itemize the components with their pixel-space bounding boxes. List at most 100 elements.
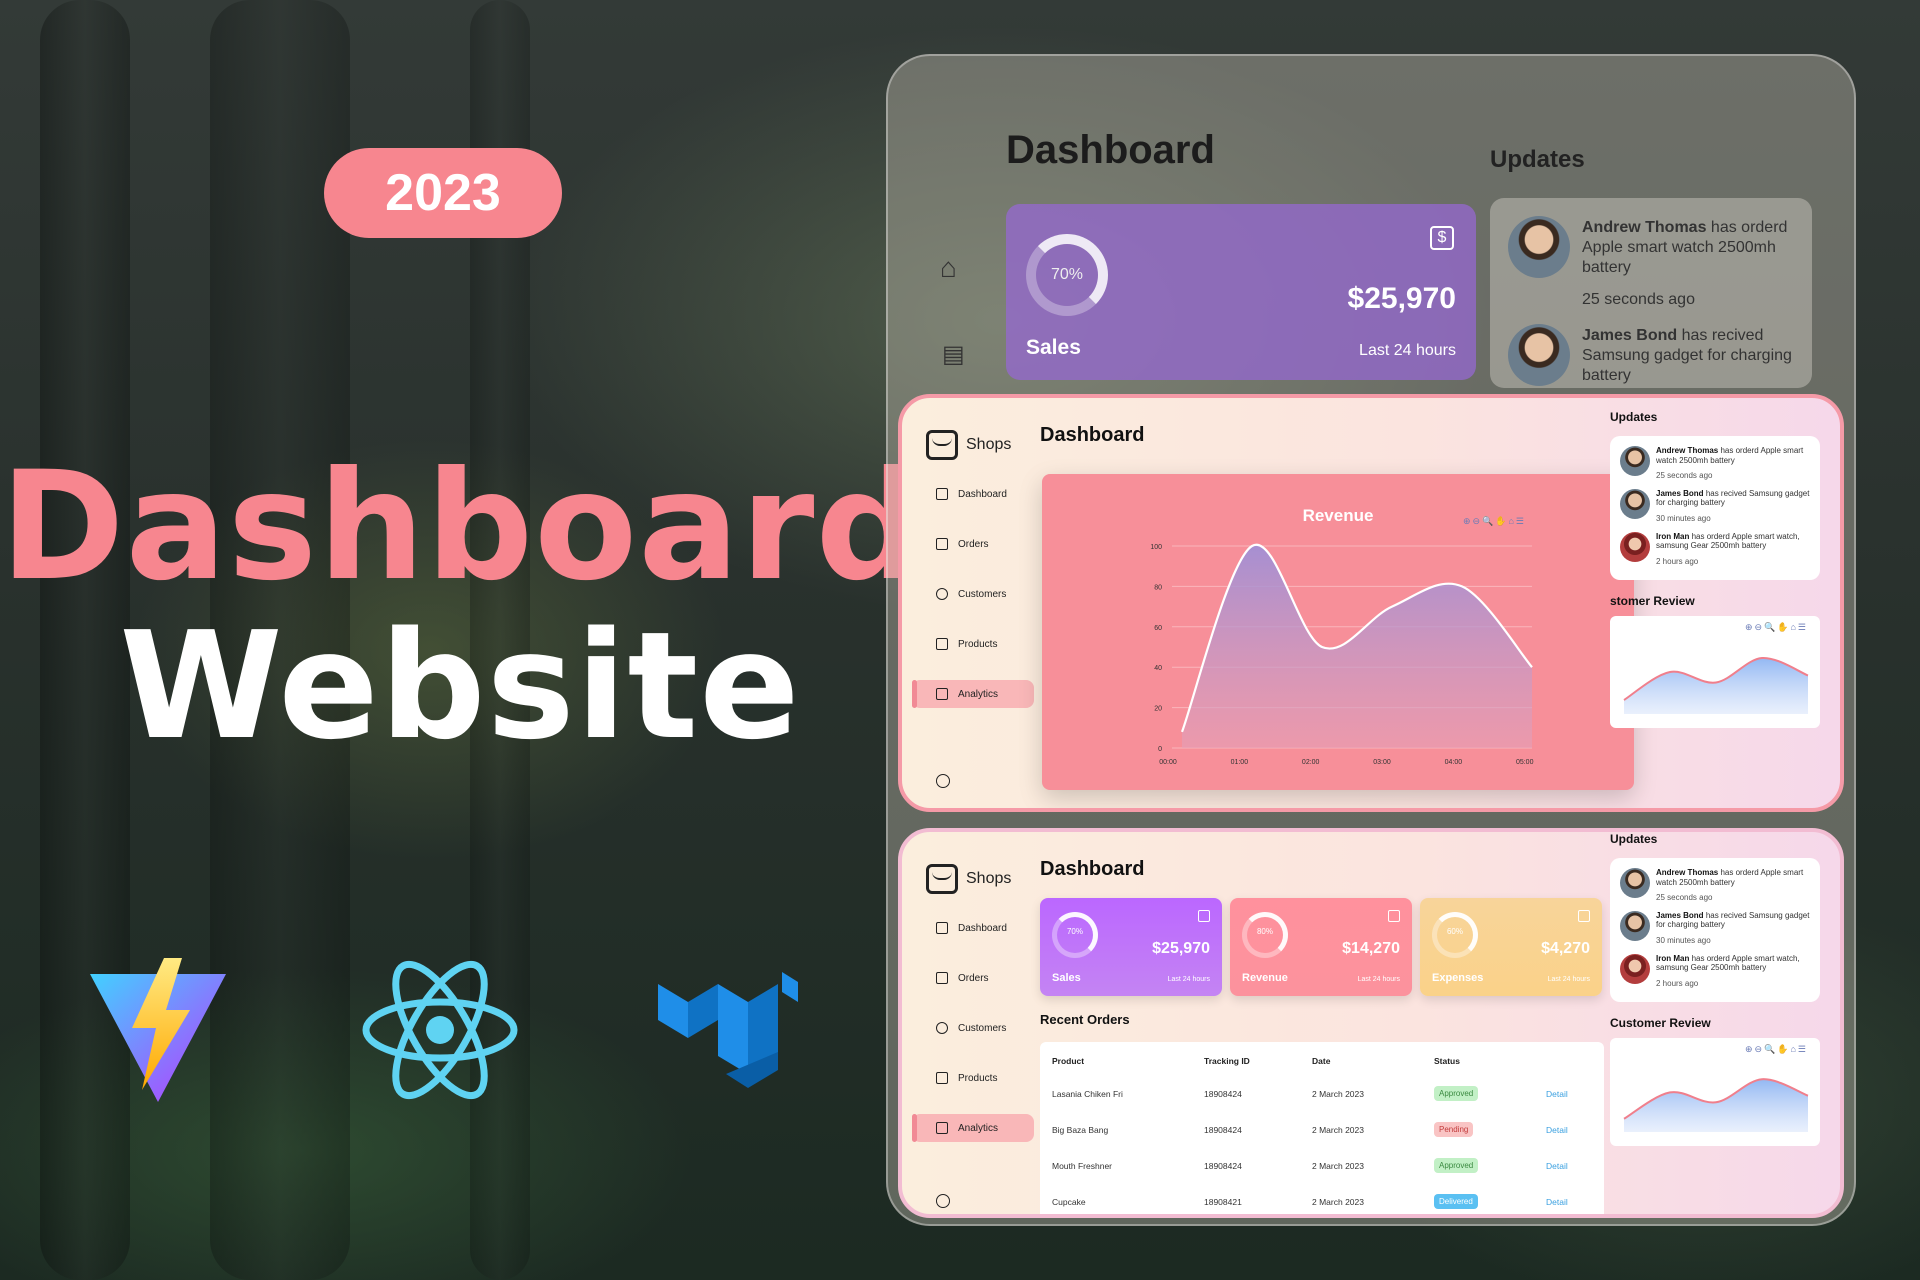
y-tick-label: 80 — [1154, 584, 1162, 591]
recent-orders-title: Recent Orders — [1040, 1012, 1130, 1027]
column-header: Product — [1052, 1056, 1085, 1066]
card-label: Expenses — [1432, 972, 1484, 984]
card-value: $25,970 — [1152, 940, 1210, 957]
headline-dashboard: Dashboard — [0, 440, 924, 614]
sidebar-item-orders[interactable]: Orders — [912, 530, 1034, 558]
preview-page-title: Dashboard — [1006, 128, 1215, 172]
sidebar-item-label: Customers — [958, 588, 1007, 600]
update-item: Iron Man has orderd Apple smart watch, s… — [1620, 531, 1810, 567]
detail-link[interactable]: Detail — [1546, 1197, 1586, 1207]
updates-list: Andrew Thomas has orderd Apple smart wat… — [1610, 858, 1820, 1003]
x-tick-label: 01:00 — [1231, 759, 1249, 766]
sidebar-item-label: Analytics — [958, 688, 999, 700]
preview-sales-card[interactable]: 70% $ $25,970 Sales Last 24 hours — [1006, 204, 1476, 380]
card-value: $4,270 — [1541, 940, 1590, 957]
customer-review-title: stomer Review — [1610, 594, 1695, 609]
sidebar-item-label: Dashboard — [958, 922, 1007, 934]
users-icon — [936, 588, 948, 600]
card-label: Sales — [1052, 972, 1081, 984]
headline-website: Website — [119, 600, 801, 772]
shopping-bag-icon — [926, 430, 958, 460]
column-header: Tracking ID — [1204, 1056, 1250, 1066]
product-cell: Mouth Freshner — [1052, 1160, 1112, 1171]
x-tick-label: 03:00 — [1373, 759, 1391, 766]
tracking-cell: 18908424 — [1204, 1160, 1242, 1171]
table-header: Product Tracking ID Date Status — [1052, 1056, 1592, 1066]
update-item: Iron Man has orderd Apple smart watch, s… — [1620, 953, 1810, 989]
sidebar-item-dashboard[interactable]: Dashboard — [912, 480, 1034, 508]
logout-icon[interactable] — [936, 1194, 950, 1208]
orders-table: Product Tracking ID Date Status Lasania … — [1040, 1042, 1604, 1214]
sidebar-item-products[interactable]: Products — [912, 1064, 1034, 1092]
preview-sales-value: $25,970 — [1347, 282, 1456, 315]
sidebar-item-analytics[interactable]: Analytics — [912, 1114, 1034, 1142]
y-tick-label: 0 — [1158, 746, 1162, 753]
detail-link[interactable]: Detail — [1546, 1089, 1586, 1099]
updates-list: Andrew Thomas has orderd Apple smart wat… — [1610, 436, 1820, 581]
logout-icon[interactable] — [936, 774, 950, 788]
status-badge: Approved — [1434, 1086, 1479, 1101]
sidebar-item-products[interactable]: Products — [912, 630, 1034, 658]
preview-sales-percent: 70% — [1050, 266, 1084, 283]
sidebar-item-label: Products — [958, 1072, 998, 1084]
sales-card[interactable]: 70% $25,970 Sales Last 24 hours — [1040, 898, 1222, 996]
sidebar-item-label: Analytics — [958, 1122, 999, 1134]
review-area — [1624, 1079, 1808, 1133]
sidebar-item-label: Dashboard — [958, 488, 1007, 500]
avatar — [1508, 324, 1570, 386]
bar-chart-icon — [936, 688, 948, 700]
shopping-bag-icon — [926, 864, 958, 894]
date-cell: 2 March 2023 — [1312, 1160, 1364, 1171]
home-icon[interactable]: ⌂ — [940, 252, 957, 284]
expenses-card[interactable]: 60% $4,270 Expenses Last 24 hours — [1420, 898, 1602, 996]
update-item: James Bond has recived Samsung gadget fo… — [1620, 910, 1810, 946]
update-item: Andrew Thomas has orderd Apple smart wat… — [1620, 868, 1810, 903]
y-tick-label: 40 — [1154, 665, 1162, 672]
users-icon — [936, 1022, 948, 1034]
sidebar-item-label: Orders — [958, 538, 989, 550]
package-icon — [936, 638, 948, 650]
x-tick-label: 02:00 — [1302, 759, 1320, 766]
avatar — [1620, 446, 1650, 476]
avatar — [1620, 910, 1650, 941]
x-tick-label: 05:00 — [1516, 759, 1534, 766]
product-cell: Cupcake — [1052, 1196, 1086, 1207]
card-percent: 80% — [1256, 927, 1273, 936]
sidebar-item-analytics[interactable]: Analytics — [912, 680, 1034, 708]
detail-link[interactable]: Detail — [1546, 1125, 1586, 1135]
tracking-cell: 18908424 — [1204, 1088, 1242, 1099]
brand-logo[interactable]: Shops — [926, 430, 1011, 460]
preview-update-item: James Bond has recived Samsung gadget fo… — [1582, 327, 1792, 384]
card-label: Revenue — [1242, 972, 1288, 984]
clipboard-icon[interactable]: ▤ — [942, 340, 965, 369]
sidebar-item-label: Orders — [958, 972, 989, 984]
tracking-cell: 18908424 — [1204, 1124, 1242, 1135]
preview-updates-title: Updates — [1490, 146, 1585, 173]
table-row: Lasania Chiken Fri 18908424 2 March 2023… — [1052, 1086, 1592, 1101]
brand-logo[interactable]: Shops — [926, 864, 1011, 894]
sidebar-item-customers[interactable]: Customers — [912, 1014, 1034, 1042]
update-item: Andrew Thomas has orderd Apple smart wat… — [1620, 446, 1810, 481]
x-tick-label: 00:00 — [1159, 759, 1177, 766]
sidebar-item-dashboard[interactable]: Dashboard — [912, 914, 1034, 942]
review-area-chart — [1623, 1078, 1809, 1133]
brand-name: Shops — [966, 436, 1012, 453]
sidebar: Shops Dashboard Orders Customers Product… — [902, 398, 1034, 808]
preview-sales-label: Sales — [1026, 336, 1081, 359]
material-ui-logo — [658, 972, 798, 1088]
card-sub: Last 24 hours — [1547, 976, 1590, 983]
date-cell: 2 March 2023 — [1312, 1088, 1364, 1099]
sidebar-item-orders[interactable]: Orders — [912, 964, 1034, 992]
clipboard-icon — [936, 538, 948, 550]
detail-link[interactable]: Detail — [1546, 1161, 1586, 1171]
status-badge: Delivered — [1434, 1194, 1478, 1209]
clipboard-icon — [936, 972, 948, 984]
updates-column: Updates Andrew Thomas has orderd Apple s… — [1610, 410, 1820, 729]
sidebar-item-customers[interactable]: Customers — [912, 580, 1034, 608]
status-badge: Approved — [1434, 1158, 1479, 1173]
card-sub: Last 24 hours — [1167, 976, 1210, 983]
home-icon — [936, 488, 948, 500]
dollar-icon: $ — [1430, 226, 1454, 250]
revenue-card[interactable]: 80% $14,270 Revenue Last 24 hours — [1230, 898, 1412, 996]
dollar-icon — [1198, 910, 1210, 922]
